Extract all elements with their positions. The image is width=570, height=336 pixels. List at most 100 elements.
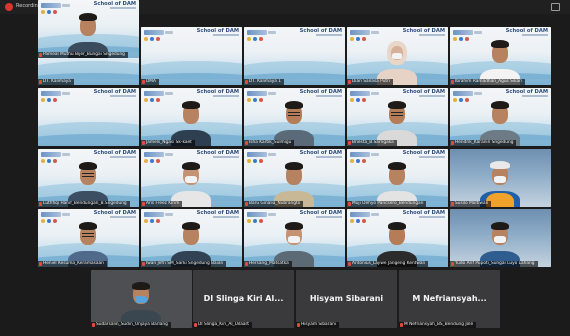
participant-video-figure — [141, 88, 242, 146]
background-brand-subtitle — [110, 95, 136, 97]
participant-name-label: Briesta_B.Sarngaka — [347, 139, 397, 146]
participant-tile[interactable]: Hisyam Sibarani Hisyam Sibarani — [296, 270, 397, 328]
participant-hair — [79, 162, 97, 170]
sponsor-logos — [247, 37, 263, 41]
mic-muted-icon — [348, 141, 351, 145]
sponsor-logo-icon — [144, 37, 148, 41]
participant-tile[interactable]: Yudo Arif Pupoti_Sungai Luyo Lahang — [450, 209, 551, 267]
participant-name-label: Luthfiqi Hanif_Bendungan_B.Sngedung — [38, 200, 130, 207]
participant-display-name: Hisyam Sibarani — [309, 294, 384, 303]
participant-tile[interactable]: School of DAM Briesta_B.Sarngaka — [347, 88, 448, 146]
sponsor-logo-icon — [156, 37, 160, 41]
participant-tile[interactable]: School of DAM Baru Ginalia_Nubrangto — [244, 149, 345, 207]
participant-tile[interactable]: School of DAM Hersang_Matsatka — [244, 209, 345, 267]
participant-video-figure — [244, 209, 345, 267]
gallery-view-icon[interactable] — [551, 3, 560, 11]
participant-hair — [79, 222, 97, 230]
eyeglasses — [391, 112, 403, 116]
participant-name-label: Susilo Moltiwan — [450, 200, 492, 207]
participant-hair — [182, 222, 200, 230]
participant-tile[interactable]: School of DAM Dian Sanasa Putri — [347, 27, 448, 85]
participant-video-figure — [450, 149, 551, 207]
participant-tile[interactable]: School of DAM Iwan Jefri SM_Sarki Sngedun… — [141, 209, 242, 267]
mic-muted-icon — [142, 80, 145, 84]
participant-name-label: Dian Sanasa Putri — [347, 78, 394, 85]
participant-video-figure — [347, 27, 448, 85]
participant-name-label: Hersang_Matsatka — [244, 260, 292, 267]
participant-tile[interactable]: Sudarsalin_Sudin_Unjaya Barlang — [91, 270, 192, 328]
participant-hair — [388, 222, 406, 230]
participant-video-figure — [450, 209, 551, 267]
participant-tile[interactable]: School of DAM Luthfiqi Hanif_Bendungan_B.… — [38, 149, 139, 207]
participant-hair — [182, 162, 200, 170]
mic-muted-icon — [245, 202, 248, 206]
participant-tile[interactable]: School of DAM Jamels_Ngasi Sk-kaet — [141, 88, 242, 146]
participant-tile[interactable]: School of DAM Pameal Muthu Bijer_Bungai S… — [38, 0, 139, 58]
participant-hair — [285, 222, 303, 230]
participant-tile[interactable]: School of DAM Antonius_Lajiwe Jangeng Ken… — [347, 209, 448, 267]
pupr-logo-icon — [41, 91, 61, 96]
participant-display-name: DI Slinga Kiri Al... — [203, 294, 284, 303]
participant-display-name: M Nefriansyah... — [412, 294, 487, 303]
background-brand-subtitle — [316, 34, 342, 36]
sponsor-logo-icon — [259, 37, 263, 41]
participant-name-label: Antonius_Lajiwe Jangeng Kentwali — [347, 260, 428, 267]
mic-muted-icon — [245, 262, 248, 266]
eyeglasses — [82, 173, 94, 177]
participant-video-figure — [141, 209, 242, 267]
sponsor-logo-icon — [53, 98, 57, 102]
mic-muted-icon — [39, 53, 42, 57]
mic-muted-icon — [348, 262, 351, 266]
face-mask — [494, 176, 506, 183]
mic-muted-icon — [451, 141, 454, 145]
sponsor-logos — [144, 37, 160, 41]
participant-tile[interactable]: School of DAM Muji Dehyo Pancsero_Bendung… — [347, 149, 448, 207]
participant-tile[interactable]: School of DAM Heniel Kesuma_Keramasaan — [38, 209, 139, 267]
participant-tile[interactable]: Susilo Moltiwan — [450, 149, 551, 207]
participant-video-figure — [244, 149, 345, 207]
mic-muted-icon — [348, 80, 351, 84]
participant-video-figure — [347, 88, 448, 146]
participant-video-figure — [347, 149, 448, 207]
participant-hair — [491, 40, 509, 48]
participant-tile[interactable]: School of DAM DT. Kalimaya 1 — [244, 27, 345, 85]
face-mask — [288, 236, 300, 243]
mic-muted-icon — [451, 262, 454, 266]
participant-hair — [491, 222, 509, 230]
mic-muted-icon — [348, 202, 351, 206]
participant-name-label: Muji Dehyo Pancsero_Bendungan — [347, 200, 427, 207]
partner-logo-icon — [165, 31, 173, 34]
participant-tile[interactable]: School of DAM Hendrik_Karanin Sngedung — [450, 88, 551, 146]
participant-tile[interactable]: School of DAM DMA — [141, 27, 242, 85]
participant-name-label: DT. Kalimaya 1 — [244, 78, 285, 85]
mic-muted-icon — [39, 80, 42, 84]
safety-helmet — [490, 161, 510, 169]
face-mask — [494, 236, 506, 243]
participant-hair — [285, 101, 303, 109]
mic-muted-icon — [245, 80, 248, 84]
participant-name-label: Hendrik_Karanin Sngedung — [450, 139, 517, 146]
sponsor-logo-icon — [47, 98, 51, 102]
participant-tile[interactable]: DI Slinga Kiri Al... DI Slinga_Kiri_Al_Ui… — [193, 270, 294, 328]
participant-tile[interactable]: School of DAM — [38, 88, 139, 146]
mic-muted-icon — [297, 323, 300, 327]
participant-video-figure — [347, 209, 448, 267]
participant-name-label: Iwan Jefri SM_Sarki Sngedung Baian — [141, 260, 227, 267]
sponsor-logos — [41, 98, 57, 102]
sponsor-logo-icon — [247, 37, 251, 41]
participant-tile[interactable]: School of DAM Ibrahim Ramadhan_Agus Sikan — [450, 27, 551, 85]
participant-tile[interactable]: M Nefriansyah... M Nefriansyah_BS_Bendung… — [399, 270, 500, 328]
participant-name-label: Yudo Arif Pupoti_Sungai Luyo Lahang — [450, 260, 538, 267]
face-mask — [392, 53, 402, 59]
background-brand-subtitle — [213, 34, 239, 36]
mic-muted-icon — [142, 141, 145, 145]
mic-muted-icon — [245, 141, 248, 145]
participant-name-label: Ibrahim Ramadhan_Agus Sikan — [450, 78, 525, 85]
participant-video-figure — [244, 88, 345, 146]
participant-tile[interactable]: School of DAM Isha Kartik_Sulmigu — [244, 88, 345, 146]
mic-muted-icon — [39, 262, 42, 266]
participant-hair — [182, 101, 200, 109]
participant-tile[interactable]: School of DAM Aris Freez Kirim — [141, 149, 242, 207]
mic-muted-icon — [92, 323, 95, 327]
participant-name-label: DI Slinga_Kiri_Al_Uilaart — [193, 321, 252, 328]
